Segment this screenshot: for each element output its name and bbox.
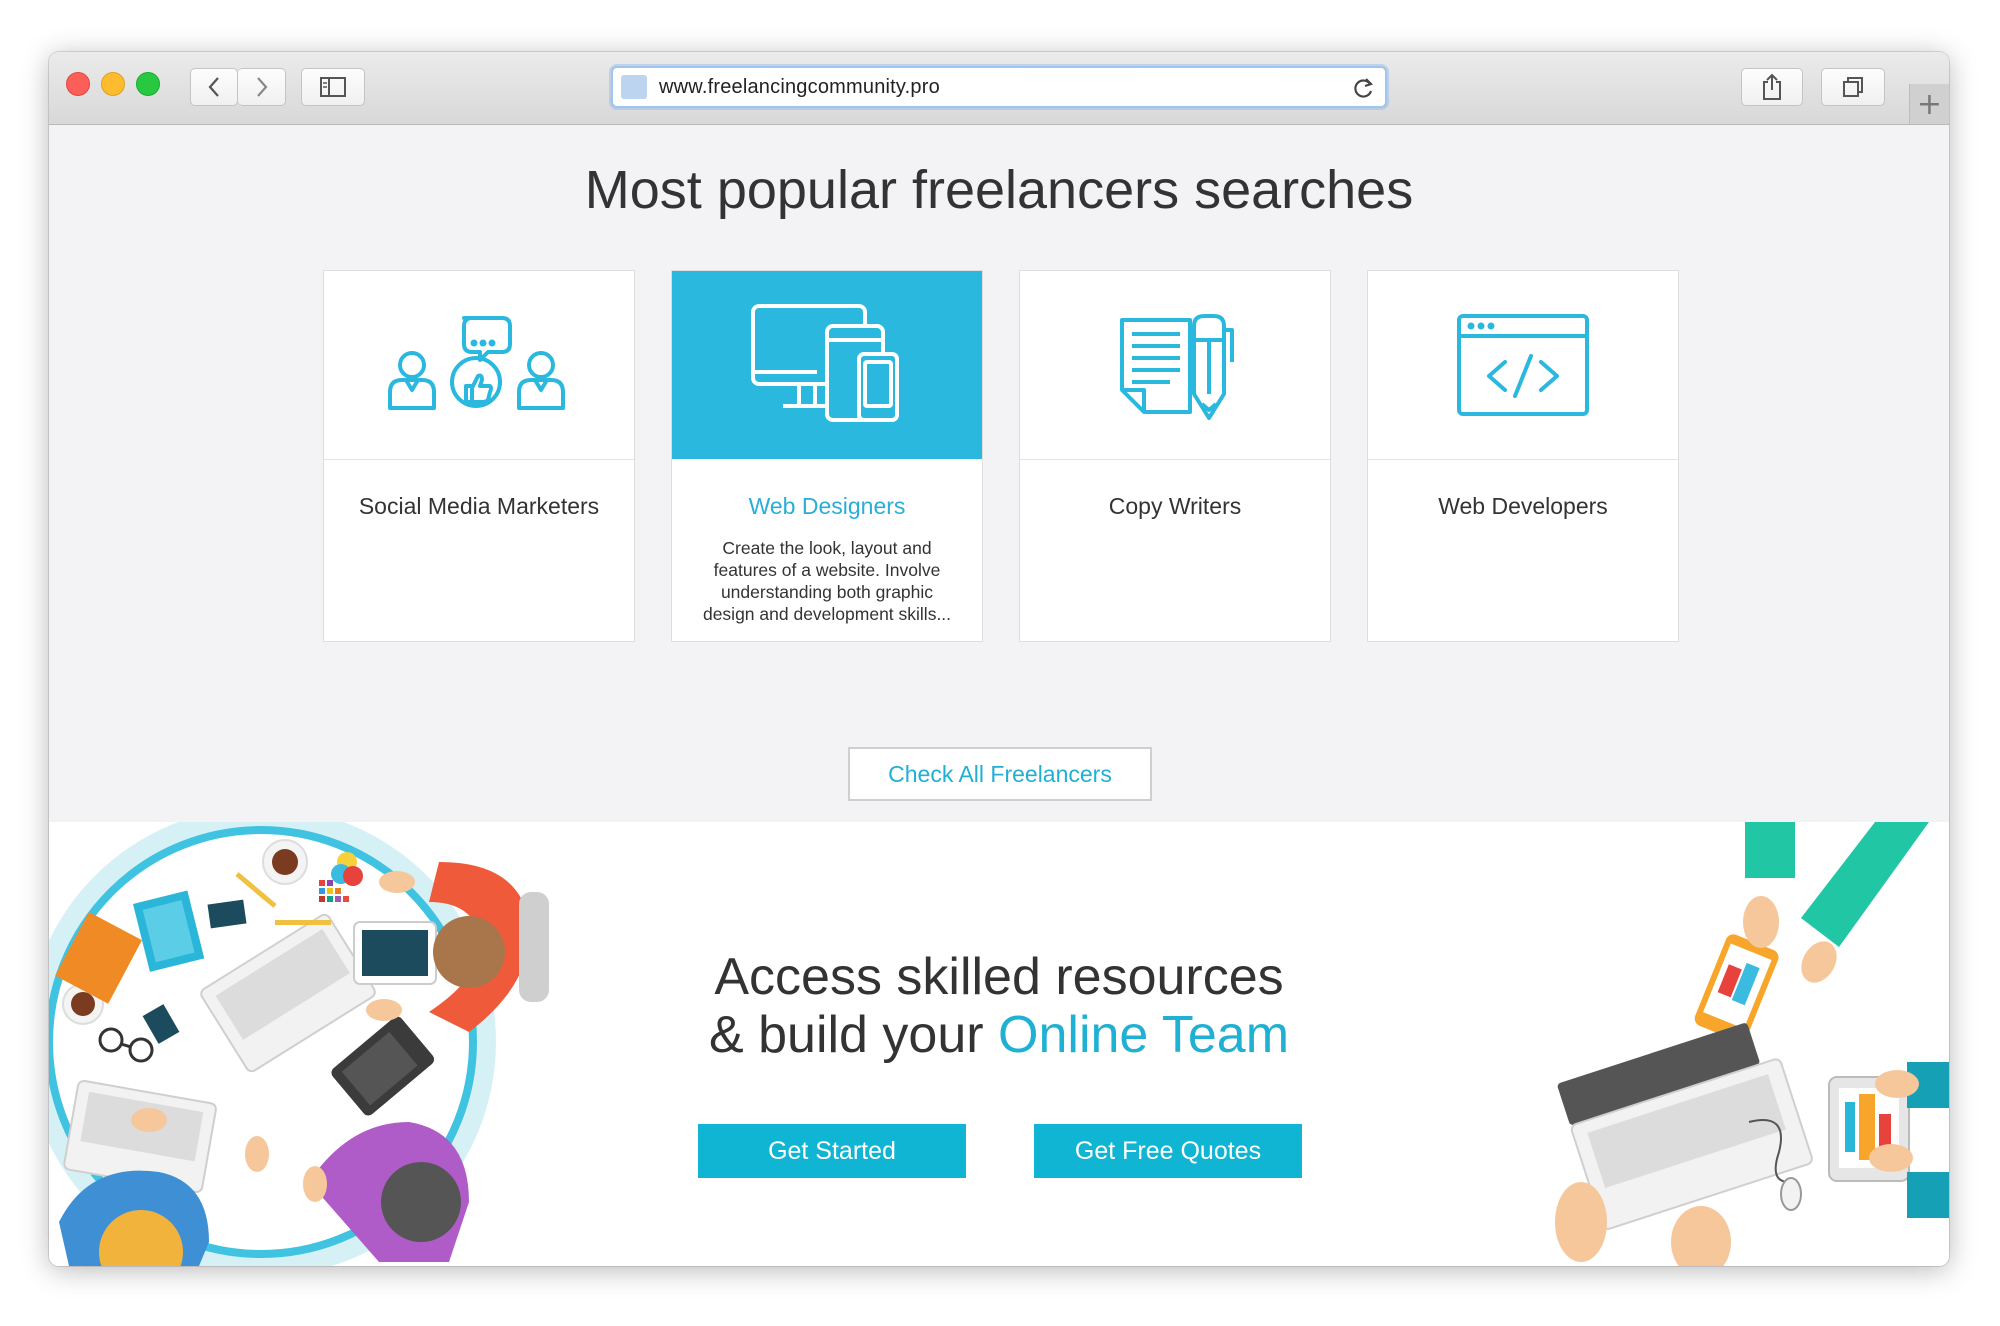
card-icon-area <box>672 271 982 459</box>
card-label: Web Developers <box>1438 493 1608 519</box>
card-web-designers[interactable]: Web Designers Create the look, layout an… <box>671 270 983 642</box>
address-bar-url: www.freelancingcommunity.pro <box>659 76 940 98</box>
devices-hands-illustration <box>1555 822 1949 1266</box>
tabs-icon <box>1843 77 1863 97</box>
sidebar-icon <box>320 77 346 97</box>
online-team-section: Access skilled resources & build your On… <box>49 822 1949 1266</box>
get-free-quotes-button[interactable]: Get Free Quotes <box>1034 1124 1302 1178</box>
chevron-left-icon <box>208 77 219 97</box>
card-web-developers[interactable]: Web Developers <box>1367 270 1679 642</box>
document-pen-icon <box>1120 314 1234 420</box>
card-icon-area <box>1020 271 1330 460</box>
site-favicon-icon <box>621 75 647 99</box>
card-label: Web Designers <box>748 493 906 519</box>
zoom-window-button[interactable] <box>136 72 160 96</box>
minimize-window-button[interactable] <box>101 72 125 96</box>
share-icon <box>1763 73 1781 100</box>
card-icon-area <box>1368 271 1678 460</box>
team-heading: Access skilled resources & build your On… <box>629 948 1369 1064</box>
forward-button[interactable] <box>238 68 286 106</box>
section-title: Most popular freelancers searches <box>584 160 1414 220</box>
team-heading-line2: & build your <box>708 1006 999 1064</box>
check-all-freelancers-button[interactable]: Check All Freelancers <box>848 747 1152 801</box>
card-label: Copy Writers <box>1108 493 1242 519</box>
reload-icon[interactable] <box>1353 76 1375 100</box>
chevron-right-icon <box>256 77 267 97</box>
new-tab-button[interactable]: + <box>1909 84 1949 124</box>
back-button[interactable] <box>190 68 238 106</box>
tabs-overview-button[interactable] <box>1821 68 1885 106</box>
card-icon-area <box>324 271 634 460</box>
card-social-media-marketers[interactable]: Social Media Marketers <box>323 270 635 642</box>
card-label: Social Media Marketers <box>358 493 600 519</box>
team-heading-line1: Access skilled resources <box>714 948 1284 1006</box>
browser-toolbar: www.freelancingcommunity.pro + <box>49 52 1949 125</box>
get-started-button[interactable]: Get Started <box>698 1124 966 1178</box>
card-description: Create the look, layout and features of … <box>702 538 952 624</box>
devices-icon <box>751 304 899 422</box>
browser-window: www.freelancingcommunity.pro + Most popu… <box>49 52 1949 1266</box>
sidebar-toggle-button[interactable] <box>301 68 365 106</box>
team-heading-accent: Online Team <box>998 1006 1290 1064</box>
code-window-icon <box>1457 314 1589 416</box>
popular-searches-section: Most popular freelancers searches Social… <box>49 125 1949 822</box>
team-meeting-illustration <box>49 822 549 1266</box>
close-window-button[interactable] <box>66 72 90 96</box>
social-media-marketers-icon <box>388 316 565 410</box>
share-button[interactable] <box>1741 68 1803 106</box>
address-bar[interactable]: www.freelancingcommunity.pro <box>611 66 1387 108</box>
card-copy-writers[interactable]: Copy Writers <box>1019 270 1331 642</box>
